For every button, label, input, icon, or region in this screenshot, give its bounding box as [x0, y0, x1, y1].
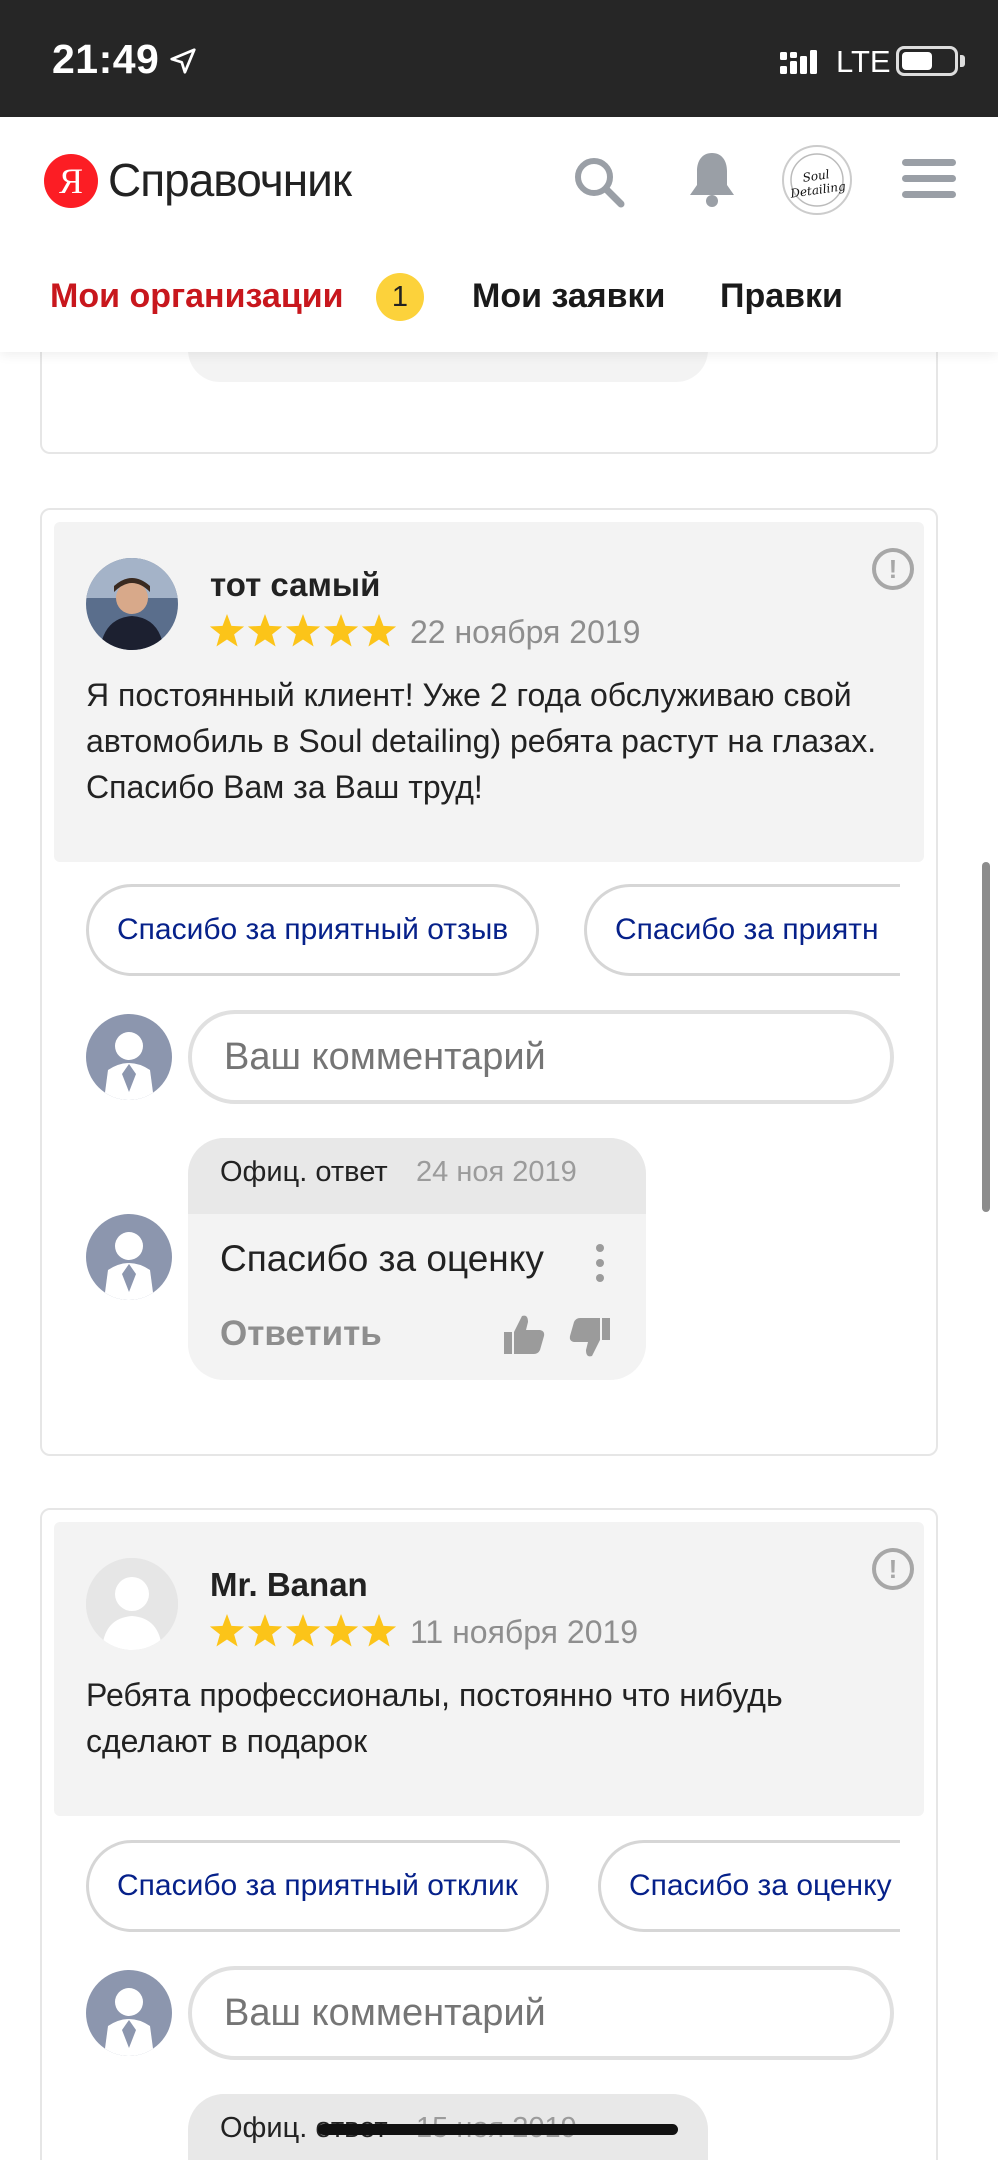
star-icon	[285, 1614, 321, 1647]
review-date: 22 ноября 2019	[410, 614, 641, 650]
home-indicator[interactable]	[318, 2124, 678, 2135]
thumbs-up-icon[interactable]	[500, 1310, 548, 1358]
default-avatar-icon	[86, 1558, 178, 1650]
reviewer-photo-icon	[86, 558, 178, 650]
user-avatar	[86, 1970, 172, 2056]
comment-input[interactable]	[188, 1966, 894, 2060]
reviewer-avatar[interactable]	[86, 1558, 178, 1650]
quick-reply-chip[interactable]: Спасибо за приятн	[584, 884, 900, 976]
review-text: Ребята профессионалы, постоянно что нибу…	[86, 1677, 783, 1759]
quick-reply-chip[interactable]: Спасибо за приятный отзыв	[86, 884, 540, 976]
menu-line	[902, 175, 956, 182]
official-reply-body: Спасибо за оценку Ответить	[188, 1214, 646, 1380]
review-content: Mr. Banan 11 ноября 2019 Ребята професси…	[54, 1522, 924, 1816]
star-icon	[285, 614, 321, 647]
official-reply-header: Офиц. ответ 24 ноя 2019	[188, 1138, 646, 1214]
report-icon[interactable]: !	[872, 548, 914, 590]
star-icon	[247, 1614, 283, 1647]
review-card: Mr. Banan 11 ноября 2019 Ребята професси…	[40, 1508, 938, 2160]
company-avatar	[86, 1214, 172, 1300]
menu-line	[902, 159, 956, 166]
more-options-icon[interactable]	[596, 1244, 606, 1288]
star-icon	[361, 614, 397, 647]
yandex-logo-icon[interactable]: Я	[44, 154, 98, 208]
rating-stars	[209, 614, 397, 647]
comment-input[interactable]	[188, 1010, 894, 1104]
status-time: 21:49	[52, 36, 160, 82]
quick-reply-chip[interactable]: Спасибо за оценку	[598, 1840, 900, 1932]
user-avatar	[86, 1014, 172, 1100]
battery-tip	[960, 55, 965, 67]
quick-reply-row: Спасибо за приятный отклик Спасибо за оц…	[86, 1840, 900, 1934]
official-reply-title: Офиц. ответ	[220, 1156, 388, 1188]
review-date: 11 ноября 2019	[410, 1614, 639, 1650]
reply-button[interactable]: Ответить	[220, 1314, 382, 1354]
signal-icon	[780, 50, 817, 74]
thumbs-down-icon[interactable]	[566, 1314, 614, 1362]
official-reply-text: Спасибо за оценку	[220, 1238, 544, 1279]
review-content: тот самый 22 ноября 2019 Я постоянный кл…	[54, 522, 924, 862]
search-icon[interactable]	[572, 155, 626, 209]
scrollbar[interactable]	[982, 862, 990, 1212]
star-icon	[247, 614, 283, 647]
quick-reply-chip[interactable]: Спасибо за приятный отклик	[86, 1840, 549, 1932]
user-silhouette-icon	[104, 1232, 154, 1300]
menu-line	[902, 191, 956, 198]
tab-edits[interactable]: Правки	[720, 277, 843, 316]
logo-text[interactable]: Справочник	[108, 153, 352, 207]
app-header: Я Справочник Soul Detailing Мои организа…	[0, 117, 998, 352]
star-icon	[323, 614, 359, 647]
profile-avatar[interactable]: Soul Detailing	[782, 145, 852, 215]
star-icon	[323, 1614, 359, 1647]
page: 21:49 LTE Я Справочник Soul Detailing Мо…	[0, 0, 998, 2160]
reviewer-avatar[interactable]	[86, 558, 178, 650]
network-type: LTE	[836, 44, 891, 79]
rating-stars	[209, 1614, 397, 1647]
star-icon	[209, 1614, 245, 1647]
reviewer-name: Mr. Banan	[210, 1566, 368, 1603]
star-icon	[209, 614, 245, 647]
hamburger-menu-icon[interactable]	[902, 159, 956, 199]
review-text: Я постоянный клиент! Уже 2 года обслужив…	[86, 677, 877, 805]
official-reply-bubble: Офиц. ответ 24 ноя 2019 Спасибо за оценк…	[188, 1138, 646, 1380]
battery-fill	[902, 52, 932, 70]
tab-my-organizations[interactable]: Мои организации	[50, 277, 344, 316]
reviewer-name: тот самый	[210, 566, 381, 603]
star-icon	[361, 1614, 397, 1647]
status-bar: 21:49 LTE	[0, 0, 998, 117]
battery-icon	[896, 46, 958, 76]
review-card: тот самый 22 ноября 2019 Я постоянный кл…	[40, 508, 938, 1456]
user-silhouette-icon	[104, 1032, 154, 1100]
report-icon[interactable]: !	[872, 1548, 914, 1590]
bell-icon[interactable]	[686, 149, 738, 209]
user-silhouette-icon	[104, 1988, 154, 2056]
quick-reply-row: Спасибо за приятный отзыв Спасибо за при…	[86, 884, 900, 978]
location-arrow-icon	[170, 48, 196, 74]
tab-my-requests[interactable]: Мои заявки	[472, 277, 665, 316]
tab-badge: 1	[376, 273, 424, 321]
official-reply-date: 24 ноя 2019	[416, 1156, 577, 1188]
